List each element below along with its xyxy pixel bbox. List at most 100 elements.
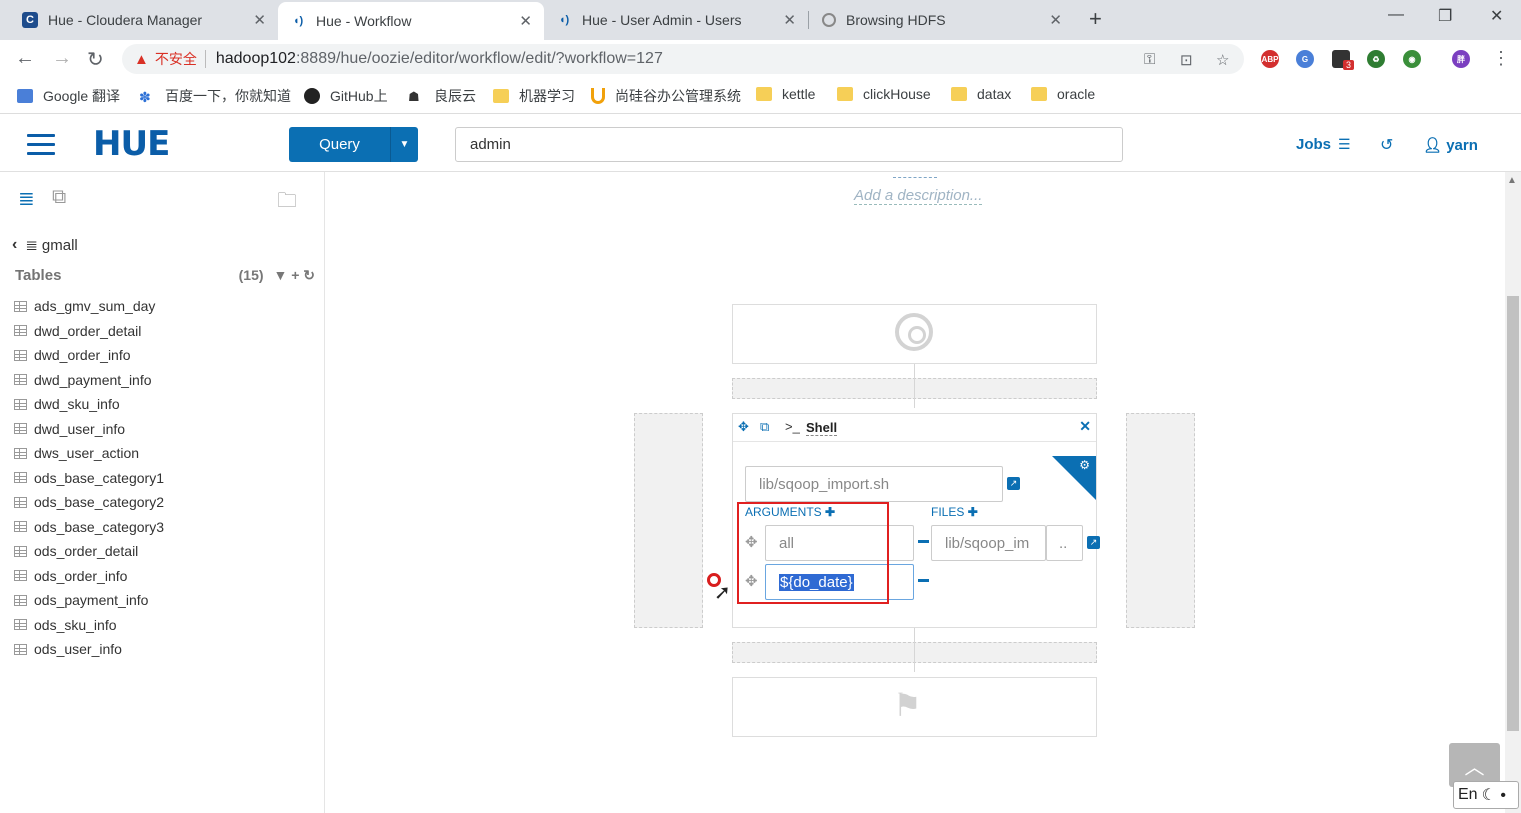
security-status[interactable]: 不安全	[155, 49, 197, 69]
bookmark-liangchenyun[interactable]: ☗ 良辰云	[408, 86, 476, 106]
table-list-item[interactable]: ads_gmv_sum_day	[14, 294, 164, 319]
bookmark-oracle[interactable]: oracle	[1031, 86, 1095, 102]
google-translate-icon	[17, 89, 33, 103]
ime-indicator[interactable]: En ☾ •	[1453, 781, 1519, 809]
add-icon[interactable]: +	[291, 267, 299, 283]
table-list-item[interactable]: dwd_order_info	[14, 343, 164, 368]
drop-zone-right[interactable]	[1126, 413, 1195, 628]
terminal-icon: >_	[785, 419, 800, 434]
restore-icon[interactable]: ❐	[1438, 6, 1452, 26]
description-field[interactable]: Add a description...	[854, 187, 983, 205]
mouse-cursor-icon: ➚	[714, 582, 731, 604]
bookmark-clickhouse[interactable]: clickHouse	[837, 86, 931, 102]
bookmark-machine-learning[interactable]: 机器学习	[493, 86, 575, 106]
omnibox[interactable]: ▲ 不安全 hadoop102 :8889/hue/oozie/editor/w…	[122, 44, 1244, 74]
menu-kebab-icon[interactable]: ⋮	[1492, 48, 1510, 69]
minimize-icon[interactable]: —	[1388, 6, 1404, 24]
query-dropdown-caret-icon[interactable]: ▼	[390, 127, 418, 162]
tab-hue-workflow[interactable]: ◖) Hue - Workflow ✕	[278, 2, 544, 40]
translate-icon[interactable]: ⊡	[1180, 51, 1193, 69]
scrollbar-thumb[interactable]	[1507, 296, 1519, 731]
reload-icon[interactable]: ↻	[87, 47, 104, 72]
table-list-item[interactable]: dwd_order_detail	[14, 319, 164, 344]
table-list-item[interactable]: dws_user_action	[14, 441, 164, 466]
query-button[interactable]: Query	[289, 127, 390, 162]
file-input[interactable]: lib/sqoop_im	[931, 525, 1046, 561]
bookmark-github[interactable]: GitHub上	[304, 86, 388, 106]
scroll-up-icon[interactable]: ▲	[1507, 175, 1517, 186]
shell-title[interactable]: Shell	[806, 420, 838, 436]
database-icon[interactable]: ≣	[18, 186, 35, 211]
tab-cloudera-manager[interactable]: C Hue - Cloudera Manager ✕	[10, 3, 278, 37]
google-translate-ext-icon[interactable]: G	[1296, 50, 1314, 68]
earth-extension-icon[interactable]: ◉	[1403, 50, 1421, 68]
external-link-icon[interactable]: ↗	[1007, 477, 1020, 490]
close-icon[interactable]: ✕	[1079, 418, 1091, 435]
table-icon	[14, 521, 27, 533]
search-input[interactable]: admin	[455, 127, 1123, 162]
files-label[interactable]: FILES ✚	[931, 505, 978, 519]
table-list-item[interactable]: ods_sku_info	[14, 613, 164, 638]
bookmark-kettle[interactable]: kettle	[756, 86, 815, 102]
refresh-icon[interactable]: ↻	[303, 267, 315, 283]
hamburger-menu-icon[interactable]	[27, 134, 55, 161]
tab-browsing-hdfs[interactable]: Browsing HDFS ✕	[810, 3, 1074, 37]
table-icon	[14, 570, 27, 582]
table-list-item[interactable]: dwd_sku_info	[14, 392, 164, 417]
close-window-icon[interactable]: ✕	[1490, 6, 1503, 26]
tab-user-admin[interactable]: ◖) Hue - User Admin - Users ✕	[544, 3, 808, 37]
table-icon	[14, 643, 27, 655]
jobs-button[interactable]: Jobs	[1296, 136, 1331, 153]
bookmark-google-translate[interactable]: Google 翻译	[17, 86, 120, 106]
remove-argument-icon[interactable]	[918, 540, 929, 543]
table-list-item[interactable]: dwd_payment_info	[14, 368, 164, 393]
remove-argument-icon[interactable]	[918, 579, 929, 582]
tab-title: Hue - User Admin - Users	[582, 12, 742, 28]
profile-avatar[interactable]: 胖	[1452, 50, 1470, 68]
hue-logo[interactable]: HUE	[93, 124, 170, 164]
file-browse-button[interactable]: ..	[1046, 525, 1083, 561]
add-file-icon[interactable]: ✚	[968, 505, 978, 519]
chevron-left-icon[interactable]: ‹	[12, 236, 17, 254]
bookmark-baidu[interactable]: ✽ 百度一下，你就知道	[139, 86, 291, 106]
close-icon[interactable]: ✕	[519, 12, 532, 30]
table-list-item[interactable]: ods_user_info	[14, 637, 164, 662]
drop-zone-left[interactable]	[634, 413, 703, 628]
table-list-item[interactable]: dwd_user_info	[14, 417, 164, 442]
copy-icon[interactable]: ⧉	[760, 419, 769, 435]
hue-top-bar: HUE Query ▼ admin Jobs ☰ ↺ 👤︎ yarn	[0, 116, 1521, 172]
adblock-icon[interactable]: ABP	[1261, 50, 1279, 68]
table-list-item[interactable]: ods_base_category3	[14, 515, 164, 540]
gears-icon[interactable]: ⚙	[1079, 458, 1090, 472]
bookmark-star-icon[interactable]: ☆	[1216, 51, 1229, 69]
recycle-icon[interactable]: ♻	[1367, 50, 1385, 68]
workflow-name-fragment[interactable]	[893, 172, 937, 178]
folder-open-icon[interactable]: 🗀︎	[277, 186, 297, 220]
external-link-icon[interactable]: ↗	[1087, 536, 1100, 549]
database-breadcrumb[interactable]: ‹ ≣ gmall	[12, 236, 78, 254]
history-icon[interactable]: ↺	[1380, 135, 1393, 155]
table-list-item[interactable]: ods_payment_info	[14, 588, 164, 613]
forward-icon[interactable]: →	[52, 47, 72, 70]
new-tab-icon[interactable]: +	[1089, 6, 1102, 32]
end-node[interactable]: ⚑	[732, 677, 1097, 737]
sliders-icon[interactable]: ☰	[1338, 136, 1351, 153]
tables-count: (15)	[238, 267, 264, 283]
script-path-input[interactable]: lib/sqoop_import.sh	[745, 466, 1003, 502]
bookmark-office-system[interactable]: 尚硅谷办公管理系统	[591, 86, 741, 106]
back-icon[interactable]: ←	[15, 47, 35, 70]
move-icon[interactable]: ✥	[738, 419, 749, 435]
documents-icon[interactable]: ⧉	[52, 186, 66, 209]
user-menu[interactable]: 👤︎ yarn	[1423, 136, 1478, 154]
table-list-item[interactable]: ods_base_category1	[14, 466, 164, 491]
close-icon[interactable]: ✕	[1049, 11, 1062, 29]
close-icon[interactable]: ✕	[253, 11, 266, 29]
table-list-item[interactable]: ods_base_category2	[14, 490, 164, 515]
filter-icon[interactable]: ▼	[273, 267, 287, 283]
close-icon[interactable]: ✕	[783, 11, 796, 29]
key-icon[interactable]: ⚿	[1144, 51, 1155, 68]
start-node[interactable]	[732, 304, 1097, 364]
bookmark-datax[interactable]: datax	[951, 86, 1011, 102]
table-list-item[interactable]: ods_order_detail	[14, 539, 164, 564]
table-list-item[interactable]: ods_order_info	[14, 564, 164, 589]
